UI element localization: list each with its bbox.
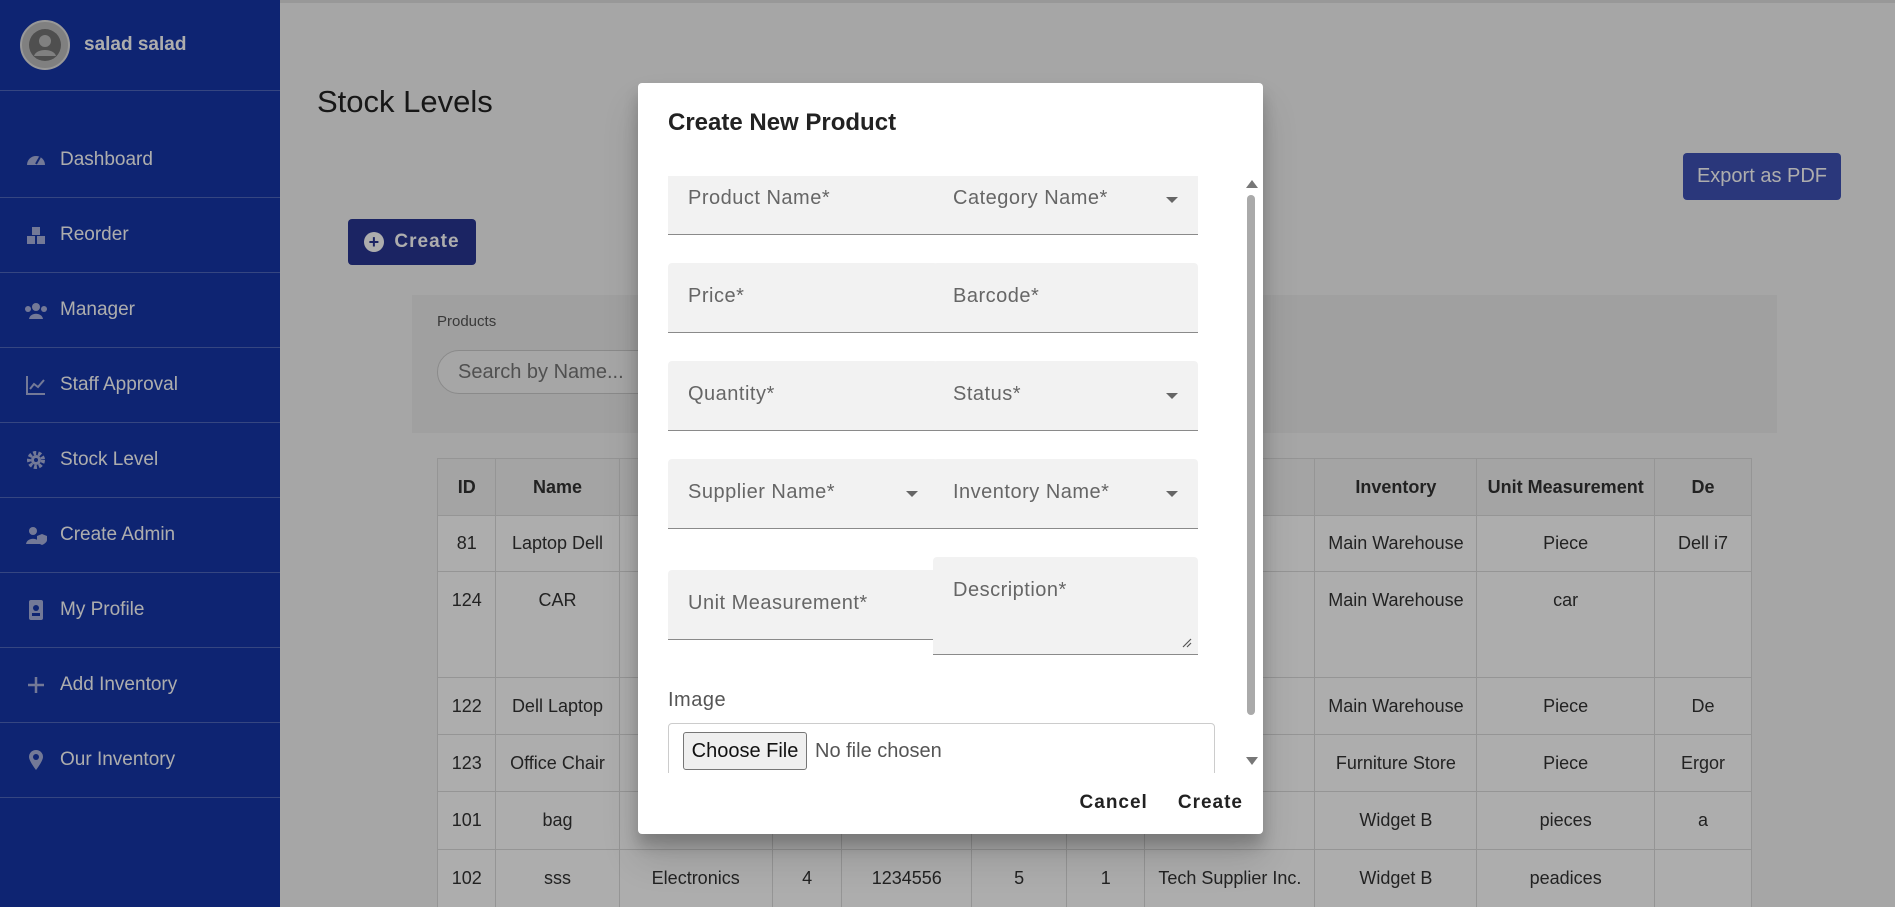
dropdown-arrow-icon — [1166, 491, 1178, 497]
scroll-down-arrow-icon[interactable] — [1246, 757, 1258, 765]
dialog-actions: Cancel Create — [1080, 792, 1243, 814]
field-label: Quantity* — [688, 383, 775, 405]
image-file-input[interactable]: Choose File No file chosen — [668, 723, 1215, 773]
dropdown-arrow-icon — [1166, 197, 1178, 203]
no-file-chosen-text: No file chosen — [815, 740, 942, 762]
supplier-name-select[interactable]: Supplier Name* — [668, 459, 938, 529]
field-label: Price* — [688, 285, 745, 307]
dropdown-arrow-icon — [906, 491, 918, 497]
field-label: Description* — [953, 579, 1067, 601]
dialog-form: Product Name* Category Name* Price* Barc… — [668, 176, 1223, 773]
field-label: Status* — [953, 383, 1021, 405]
choose-file-button[interactable]: Choose File — [683, 732, 807, 770]
barcode-field[interactable]: Barcode* — [933, 263, 1198, 333]
price-field[interactable]: Price* — [668, 263, 938, 333]
category-name-select[interactable]: Category Name* — [933, 176, 1198, 235]
image-label: Image — [668, 689, 727, 711]
field-label: Barcode* — [953, 285, 1040, 307]
inventory-name-select[interactable]: Inventory Name* — [933, 459, 1198, 529]
dialog-scrollbar[interactable] — [1245, 180, 1258, 765]
quantity-field[interactable]: Quantity* — [668, 361, 938, 431]
field-label: Product Name* — [688, 187, 831, 209]
create-button[interactable]: Create — [1178, 792, 1243, 814]
scroll-up-arrow-icon[interactable] — [1246, 180, 1258, 188]
status-select[interactable]: Status* — [933, 361, 1198, 431]
dropdown-arrow-icon — [1166, 393, 1178, 399]
field-label: Unit Measurement* — [688, 592, 868, 614]
create-product-dialog: Create New Product Product Name* Categor… — [638, 83, 1263, 834]
dialog-title: Create New Product — [668, 109, 897, 136]
description-textarea[interactable]: Description* — [933, 557, 1198, 655]
scrollbar-thumb[interactable] — [1247, 195, 1255, 715]
unit-measurement-field[interactable]: Unit Measurement* — [668, 570, 938, 640]
field-label: Supplier Name* — [688, 481, 836, 503]
resize-handle-icon[interactable] — [1182, 638, 1192, 648]
field-label: Inventory Name* — [953, 481, 1110, 503]
field-label: Category Name* — [953, 187, 1108, 209]
product-name-field[interactable]: Product Name* — [668, 176, 938, 235]
cancel-button[interactable]: Cancel — [1080, 792, 1148, 814]
